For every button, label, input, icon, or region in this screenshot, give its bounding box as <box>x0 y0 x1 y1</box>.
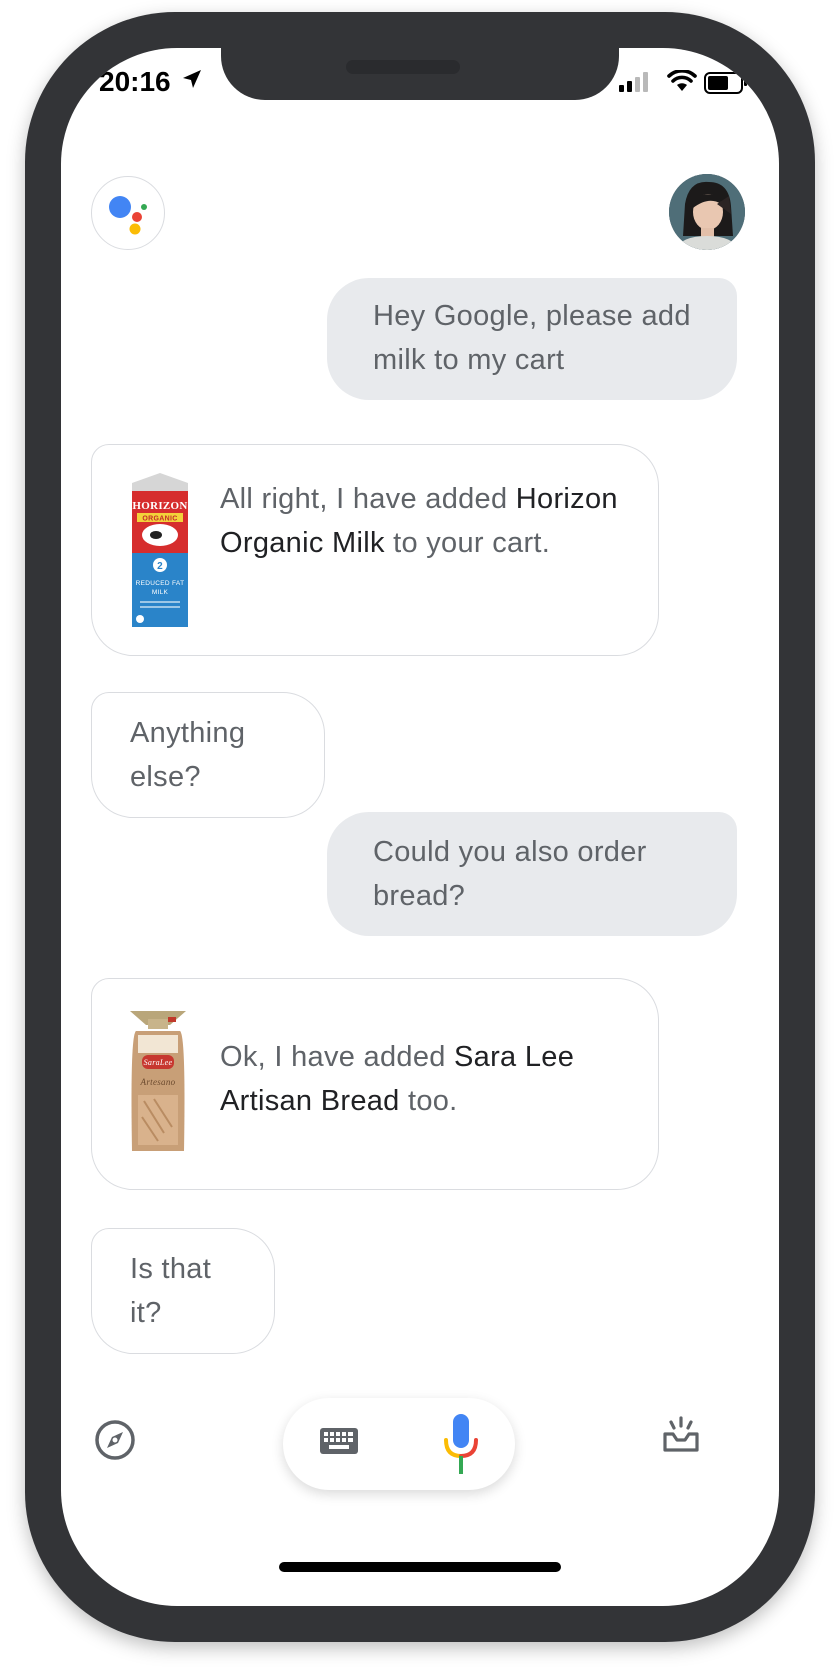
speaker-grille <box>346 60 460 74</box>
google-assistant-logo[interactable] <box>91 176 165 250</box>
assistant-message-text: Anything else? <box>130 717 246 793</box>
phone-frame: 20:16 Hey Google, please add milk to my … <box>25 12 815 1642</box>
location-arrow-icon <box>183 70 201 88</box>
assistant-message: Is that it? <box>91 1228 275 1354</box>
assistant-message-text: All right, I have added Horizon Organic … <box>220 477 630 565</box>
svg-text:SaraLee: SaraLee <box>144 1058 173 1067</box>
compass-icon[interactable] <box>93 1418 137 1462</box>
assistant-message-text: Is that it? <box>130 1253 212 1329</box>
home-indicator[interactable] <box>279 1562 561 1572</box>
input-pill <box>283 1398 515 1490</box>
screen: 20:16 Hey Google, please add milk to my … <box>61 48 779 1606</box>
assistant-message: Anything else? <box>91 692 325 818</box>
mic-icon[interactable] <box>441 1412 481 1476</box>
keyboard-icon[interactable] <box>319 1426 359 1456</box>
signal-icon <box>619 72 648 92</box>
milk-carton-image: HORIZON ORGANIC 2 REDUCED FAT MILK <box>132 473 188 627</box>
svg-text:ORGANIC: ORGANIC <box>142 516 177 523</box>
assistant-dots-icon <box>109 196 147 235</box>
user-message: Could you also order bread? <box>327 812 737 936</box>
svg-text:HORIZON: HORIZON <box>132 500 187 512</box>
user-message-text: Hey Google, please add milk to my cart <box>373 300 691 376</box>
wifi-icon <box>667 70 697 91</box>
svg-text:MILK: MILK <box>152 589 169 596</box>
bottom-bar <box>61 1378 779 1498</box>
svg-text:Artesano: Artesano <box>140 1077 176 1087</box>
person-portrait-icon <box>669 174 745 250</box>
tray-icon[interactable] <box>661 1416 701 1456</box>
notch <box>221 48 619 100</box>
message-text-part: too. <box>399 1085 458 1117</box>
bread-bag-image: SaraLee Artesano <box>130 1011 186 1151</box>
assistant-message-text: Ok, I have added Sara Lee Artisan Bread … <box>220 1035 630 1123</box>
svg-text:2: 2 <box>157 561 163 572</box>
status-time: 20:16 <box>99 66 171 97</box>
user-message: Hey Google, please add milk to my cart <box>327 278 737 400</box>
battery-icon <box>704 72 747 94</box>
svg-text:REDUCED FAT: REDUCED FAT <box>136 580 185 587</box>
user-message-text: Could you also order bread? <box>373 836 647 912</box>
message-text-part: Ok, I have added <box>220 1041 455 1073</box>
message-text-part: All right, I have added <box>220 483 516 515</box>
message-text-part: to your cart. <box>384 527 551 559</box>
user-avatar[interactable] <box>669 174 745 250</box>
assistant-message-card[interactable]: HORIZON ORGANIC 2 REDUCED FAT MILK All r… <box>91 444 659 656</box>
assistant-message-card[interactable]: SaraLee Artesano Ok, I have added Sara L… <box>91 978 659 1190</box>
